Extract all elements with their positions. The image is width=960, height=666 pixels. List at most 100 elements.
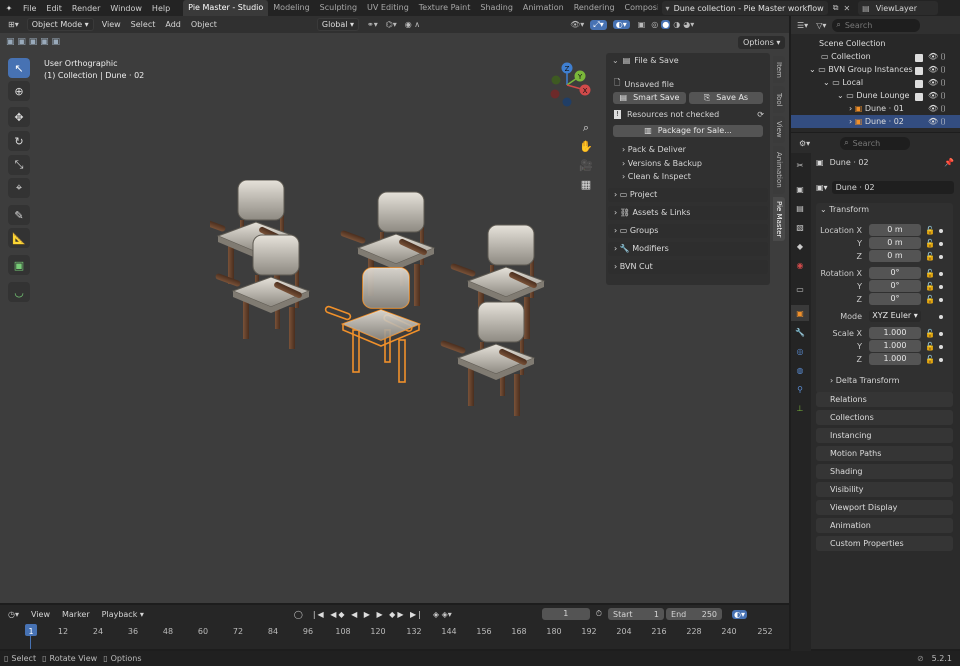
eye-icon[interactable]: 👁 ⌷ <box>928 63 946 76</box>
workspace-tab-uv-editing[interactable]: UV Editing <box>362 0 414 16</box>
menu-file[interactable]: File <box>18 4 41 13</box>
delta-transform-subpanel[interactable]: › Delta Transform <box>830 376 899 385</box>
pin-icon[interactable]: 📌 <box>944 158 954 167</box>
eye-icon[interactable]: 👁 ⌷ <box>928 102 946 115</box>
visibility-icon[interactable]: 👁▾ <box>570 20 584 29</box>
workspace-tab-sculpting[interactable]: Sculpting <box>315 0 362 16</box>
lock-icon[interactable]: 🔓 <box>925 355 935 364</box>
lock-icon[interactable]: 🔓 <box>925 329 935 338</box>
menu-edit[interactable]: Edit <box>41 4 67 13</box>
keyframe-dot-icon[interactable] <box>939 315 943 319</box>
lock-icon[interactable]: 🔓 <box>925 282 935 291</box>
workspace-tab-rendering[interactable]: Rendering <box>569 0 620 16</box>
viewport-display-section[interactable]: Viewport Display <box>816 500 953 515</box>
lock-icon[interactable]: 🔓 <box>925 239 935 248</box>
lock-icon[interactable]: 🔓 <box>925 252 935 261</box>
exclude-checkbox[interactable] <box>915 80 923 88</box>
current-frame-field[interactable]: 1 <box>541 608 590 620</box>
remove-scene-icon[interactable]: ✕ <box>843 4 850 13</box>
grid-icon[interactable]: ▦ <box>578 175 594 194</box>
keyframe-dot-icon[interactable] <box>939 332 943 336</box>
workspace-tab-modeling[interactable]: Modeling <box>268 0 314 16</box>
workspace-tab-shading[interactable]: Shading <box>475 0 518 16</box>
timeline-view-icon[interactable]: ◐▾ <box>732 609 748 619</box>
lock-icon[interactable]: 🔓 <box>925 269 935 278</box>
package-for-sale-button[interactable]: ▥ Package for Sale... <box>613 125 763 137</box>
camera-icon[interactable]: 🎥 <box>578 156 594 175</box>
object-tab-icon[interactable]: ▣ <box>791 305 809 321</box>
workspace-tab-pie-master[interactable]: Pie Master - Studio <box>183 0 269 16</box>
snap-icon[interactable]: ⌬▾ <box>386 20 397 29</box>
rotate-tool-button[interactable]: ↻ <box>8 131 30 151</box>
xray-icon[interactable]: ▣ <box>638 20 646 29</box>
viewport-menu-object[interactable]: Object <box>191 20 217 29</box>
add-cube-tool-button[interactable]: ▣ <box>8 255 30 275</box>
gizmo-neg-z[interactable] <box>562 97 572 107</box>
stopwatch-icon[interactable]: ⏱ <box>596 609 602 619</box>
outliner-row-scene-collection[interactable]: Scene Collection <box>791 37 960 50</box>
lock-icon[interactable]: 🔓 <box>925 295 935 304</box>
scene-tab-icon[interactable]: ◆ <box>791 238 809 254</box>
scale-x-field[interactable]: 1.000 <box>869 327 921 339</box>
eye-icon[interactable]: 👁 ⌷ <box>928 50 946 63</box>
start-frame-field[interactable]: Start 1 <box>608 608 665 620</box>
exclude-checkbox[interactable] <box>915 54 923 62</box>
transform-tool-button[interactable]: ⌖ <box>8 178 30 198</box>
versions-backup-item[interactable]: › Versions & Backup <box>622 157 702 171</box>
view-layer-name[interactable]: ViewLayer <box>876 4 917 13</box>
gizmo-neg-y[interactable] <box>551 75 561 85</box>
constraints-tab-icon[interactable]: ⚲ <box>791 381 809 397</box>
keying-icon[interactable]: ◈ ◈▾ <box>433 610 452 619</box>
navigation-gizmo[interactable]: Z Y X <box>545 60 595 110</box>
scene-name[interactable]: Dune collection - Pie Master workflow <box>674 4 824 13</box>
particles-tab-icon[interactable]: ◎ <box>791 343 809 359</box>
physics-tab-icon[interactable]: ◍ <box>791 362 809 378</box>
shading-section[interactable]: Shading <box>816 464 953 479</box>
keyframe-dot-icon[interactable] <box>939 255 943 259</box>
gizmo-toggle-icon[interactable]: ⤢▾ <box>590 19 607 30</box>
location-z-field[interactable]: 0 m <box>869 250 921 262</box>
npanel-tab-view[interactable]: View <box>773 116 785 143</box>
object-name-field[interactable]: Dune · 02 <box>831 181 954 194</box>
new-scene-icon[interactable]: ⧉ <box>833 3 839 13</box>
properties-editor-icon[interactable]: ⚙▾ <box>799 139 810 148</box>
collections-section[interactable]: Collections <box>816 410 953 425</box>
keyframe-dot-icon[interactable] <box>939 345 943 349</box>
assets-links-section[interactable]: › ⛓ Assets & Links <box>608 206 768 220</box>
curve-tool-button[interactable]: ◡ <box>8 282 30 302</box>
end-frame-field[interactable]: End 250 <box>666 608 723 620</box>
overlay-toggle-icon[interactable]: ◐▾ <box>612 20 630 29</box>
viewport-menu-select[interactable]: Select <box>131 20 156 29</box>
render-tab-icon[interactable]: ▣ <box>791 181 809 197</box>
pivot-icon[interactable]: ⚭▾ <box>367 20 378 29</box>
shading-solid-icon[interactable]: ● <box>661 20 671 29</box>
timeline-menu-marker[interactable]: Marker <box>62 610 90 619</box>
rotation-mode-dropdown[interactable]: XYZ Euler ▾ <box>869 310 921 322</box>
keyframe-dot-icon[interactable] <box>939 298 943 302</box>
npanel-tab-animation[interactable]: Animation <box>773 146 785 194</box>
world-tab-icon[interactable]: ◉ <box>791 257 809 273</box>
location-x-field[interactable]: 0 m <box>869 224 921 236</box>
smart-save-button[interactable]: ▤ Smart Save <box>613 92 686 104</box>
menu-window[interactable]: Window <box>105 4 147 13</box>
menu-help[interactable]: Help <box>147 4 175 13</box>
rotation-y-field[interactable]: 0° <box>869 280 921 292</box>
keyframe-dot-icon[interactable] <box>939 272 943 276</box>
annotate-tool-button[interactable]: ✎ <box>8 205 30 225</box>
workspace-tab-texture-paint[interactable]: Texture Paint <box>414 0 476 16</box>
measure-tool-button[interactable]: 📐 <box>8 228 30 248</box>
playback-controls[interactable]: |◀ ◀◆ ◀ ▶ ▶ ◆▶ ▶| <box>313 610 423 619</box>
scale-tool-button[interactable]: ⤡ <box>8 155 30 175</box>
object-type-dropdown[interactable]: ▣▾ <box>816 183 828 192</box>
visibility-section[interactable]: Visibility <box>816 482 953 497</box>
pan-hand-icon[interactable]: ✋ <box>578 137 594 156</box>
npanel-tab-pie-master[interactable]: Pie Master <box>773 197 785 241</box>
shading-rendered-icon[interactable]: ◕▾ <box>683 20 694 29</box>
project-section[interactable]: › ▭ Project <box>608 188 768 202</box>
location-y-field[interactable]: 0 m <box>869 237 921 249</box>
menu-render[interactable]: Render <box>67 4 105 13</box>
scale-y-field[interactable]: 1.000 <box>869 340 921 352</box>
shading-material-icon[interactable]: ◑ <box>673 20 680 29</box>
move-tool-button[interactable]: ✥ <box>8 107 30 127</box>
modifiers-section[interactable]: › 🔧 Modifiers <box>608 242 768 256</box>
